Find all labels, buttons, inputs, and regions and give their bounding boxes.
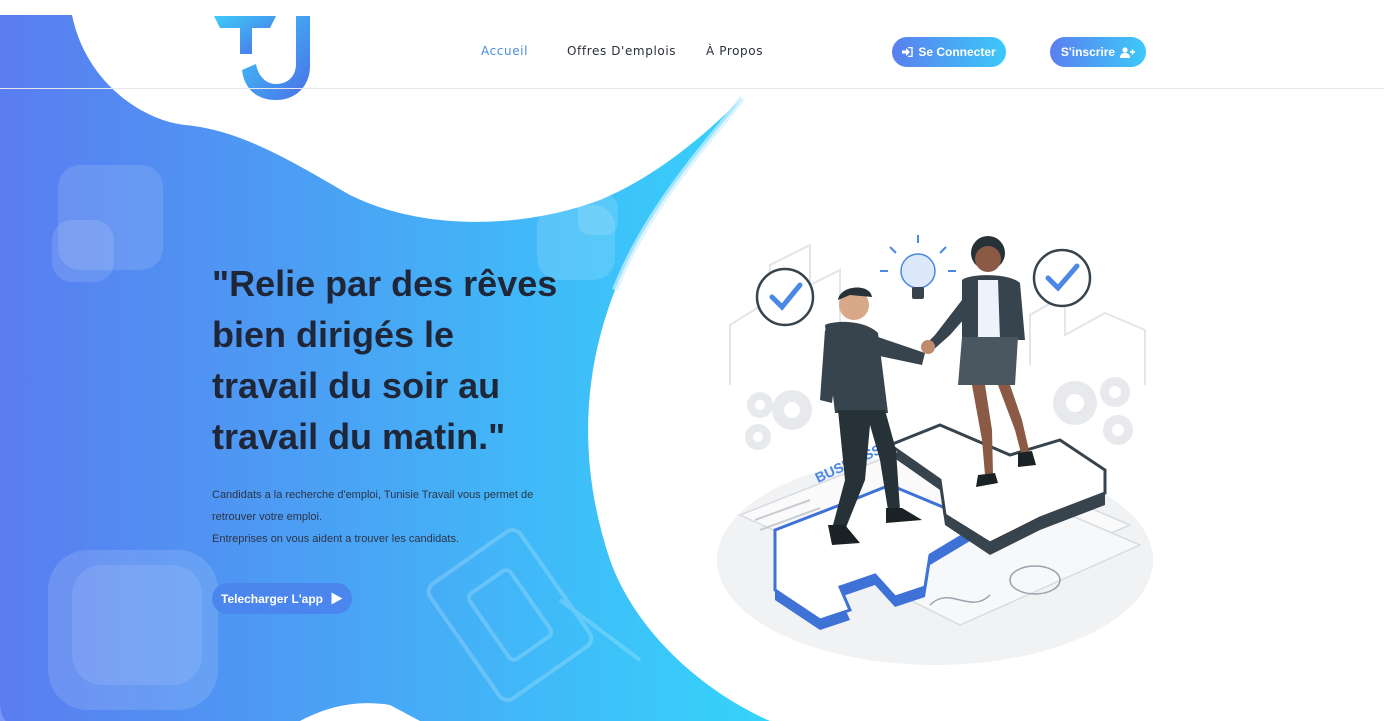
landing-page: Accueil Offres D'emplois À Propos Se Con… (0, 0, 1384, 721)
nav-jobs[interactable]: Offres D'emplois (567, 44, 676, 58)
header-divider (0, 88, 1384, 89)
handshake-illustration: BUSINESS (717, 235, 1153, 665)
check-bubble-left (755, 267, 815, 327)
hero-desc-line: Entreprises on vous aident a trouver les… (212, 533, 460, 545)
deco-shape (578, 195, 618, 235)
play-icon (331, 592, 343, 605)
download-app-button[interactable]: Telecharger L'app (212, 583, 352, 614)
register-button[interactable]: S'inscrire (1050, 37, 1146, 67)
hero-background (0, 15, 770, 721)
tj-logo-icon (214, 16, 276, 54)
nav-about[interactable]: À Propos (706, 44, 763, 58)
login-button[interactable]: Se Connecter (892, 37, 1006, 67)
hero-title-line: bien dirigés le (212, 314, 455, 355)
handshake (921, 340, 935, 354)
nav-home[interactable]: Accueil (481, 44, 528, 58)
hero-desc-line: retrouver votre emploi. (212, 511, 323, 523)
hero-title-line: "Relie par des rêves (212, 263, 558, 304)
hero-title-line: travail du matin." (212, 416, 506, 457)
download-label: Telecharger L'app (221, 591, 323, 606)
sign-in-icon (902, 47, 914, 57)
hero-desc-line: Candidats a la recherche d'emploi, Tunis… (212, 489, 534, 501)
lightbulb-icon (880, 235, 956, 299)
register-label: S'inscrire (1060, 45, 1116, 59)
deco-shape (52, 220, 114, 282)
deco-shape (72, 565, 202, 685)
login-label: Se Connecter (918, 45, 996, 59)
hero-description: Candidats a la recherche d'emploi, Tunis… (212, 484, 572, 550)
check-bubble-right (1032, 248, 1092, 308)
user-plus-icon (1120, 46, 1136, 58)
hero-title: "Relie par des rêves bien dirigés le tra… (212, 258, 592, 462)
hero-title-line: travail du soir au (212, 365, 501, 406)
